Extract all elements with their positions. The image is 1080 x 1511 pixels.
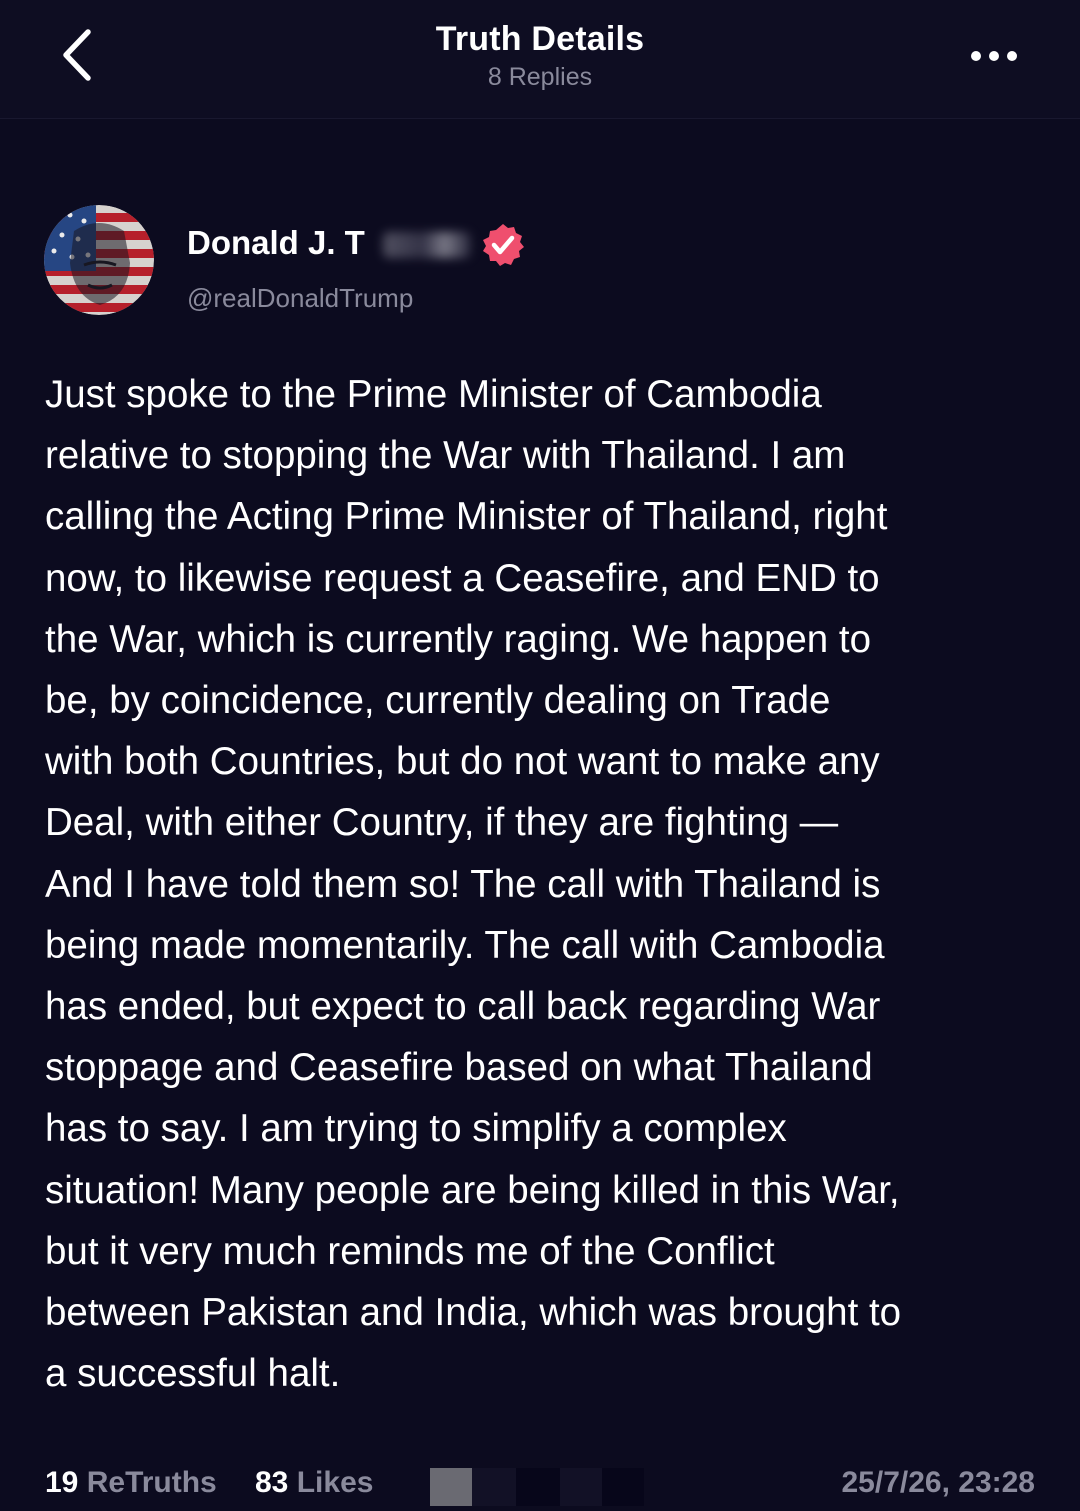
post-text-line: has ended, but expect to call back regar… (45, 985, 881, 1029)
post-stats-bar: 19 ReTruths 83 Likes 25/7/26, 23:28 (0, 1458, 1080, 1508)
more-options-button[interactable] (966, 44, 1022, 68)
redacted-block (560, 1468, 602, 1506)
post-text-line: Just spoke to the Prime Minister of Camb… (45, 373, 822, 416)
post-text-line: Deal, with either Country, if they are f… (45, 801, 839, 845)
redacted-block (602, 1468, 644, 1506)
author-name[interactable]: Donald J. T (187, 224, 365, 262)
post-text: Just spoke to the Prime Minister of Camb… (45, 364, 1035, 1404)
post-text-line: And I have told them so! The call with T… (45, 862, 881, 906)
retruths-count: 19 (45, 1466, 79, 1499)
likes-count: 83 (255, 1466, 289, 1499)
redacted-block (472, 1468, 516, 1506)
post-text-line: now, to likewise request a Ceasefire, an… (45, 556, 880, 600)
avatar-image (44, 205, 154, 315)
avatar[interactable] (44, 205, 154, 315)
likes-label: Likes (296, 1466, 374, 1499)
post-text-line: between Pakistan and India, which was br… (45, 1291, 902, 1335)
author-handle[interactable]: @realDonaldTrump (187, 283, 413, 314)
post-text-line: a successful halt. (45, 1352, 341, 1396)
replies-count[interactable]: 8 Replies (0, 63, 1080, 92)
verified-badge-icon (483, 224, 524, 266)
retruths-label: ReTruths (86, 1466, 217, 1499)
post-text-line: with both Countries, but do not want to … (45, 740, 880, 784)
post-text-line: the War, which is currently raging. We h… (45, 617, 872, 661)
page-title: Truth Details (435, 20, 645, 58)
verified-badge (480, 222, 526, 268)
post-text-line: being made momentarily. The call with Ca… (45, 923, 885, 967)
top-bar: Truth Details 8 Replies (0, 0, 1080, 119)
redacted-block (516, 1468, 560, 1506)
post-timestamp: 25/7/26, 23:28 (841, 1466, 1036, 1499)
post-text-line: situation! Many people are being killed … (45, 1168, 900, 1212)
post-text-line: be, by coincidence, currently dealing on… (45, 679, 831, 723)
post-text-line: stoppage and Ceasefire based on what Tha… (45, 1046, 873, 1090)
post-text-line: calling the Acting Prime Minister of Tha… (45, 495, 888, 539)
redacted-name-blur (383, 232, 471, 258)
redacted-block (430, 1468, 472, 1506)
post-text-line: has to say. I am trying to simplify a co… (45, 1107, 787, 1151)
retruths-stat[interactable]: 19 ReTruths (45, 1466, 217, 1500)
post-text-line: relative to stopping the War with Thaila… (45, 434, 846, 478)
likes-stat[interactable]: 83 Likes (255, 1466, 373, 1500)
ellipsis-icon (971, 51, 1017, 61)
post-text-line: but it very much reminds me of the Confl… (45, 1229, 775, 1273)
